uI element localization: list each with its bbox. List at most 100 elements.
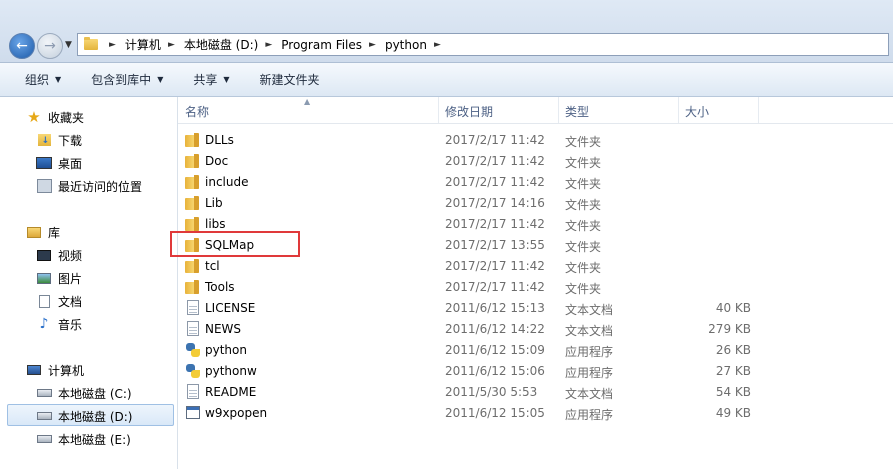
column-divider[interactable] [758,97,759,123]
drive-icon [36,431,52,447]
address-bar-area: ← → ▼ ► 计算机 ► 本地磁盘 (D:) ► Program Files ► p… [0,0,893,63]
breadcrumb-computer[interactable]: 计算机 ► [125,36,184,53]
file-name: README [205,385,257,399]
document-icon [36,293,52,309]
file-name: Doc [205,154,229,168]
column-divider[interactable] [438,97,439,123]
nav-music[interactable]: ♪ 音乐 [36,313,82,335]
file-name: Lib [205,196,223,210]
column-header-size[interactable]: 大小 [685,103,709,120]
file-row[interactable]: README 2011/5/30 5:53 文本文档 54 KB [178,382,893,403]
file-name: w9xpopen [205,406,268,420]
chevron-down-icon: ▼ [55,75,62,84]
file-type: 应用程序 [565,366,614,380]
file-size: 27 KB [715,364,751,378]
breadcrumb-arrow-icon[interactable]: ► [265,40,272,50]
file-type: 文本文档 [565,324,614,338]
address-box[interactable]: ► 计算机 ► 本地磁盘 (D:) ► Program Files ► python ► [77,33,889,56]
nav-libraries[interactable]: 库 [26,221,60,243]
desktop-icon [36,155,52,171]
nav-documents[interactable]: 文档 [36,290,82,312]
forward-button[interactable]: → [37,33,63,59]
nav-videos[interactable]: 视频 [36,244,82,266]
folder-icon [185,280,199,294]
file-type: 应用程序 [565,345,614,359]
file-type: 文件夹 [565,198,602,212]
file-type: 文件夹 [565,156,602,170]
breadcrumb-arrow-icon[interactable]: ► [369,40,376,50]
python-icon [186,343,200,357]
computer-icon [26,362,42,378]
include-in-library-button[interactable]: 包含到库中 ▼ [91,71,163,88]
sort-ascending-icon: ▲ [304,97,311,106]
file-name: tcl [205,259,220,273]
command-bar: 组织 ▼ 包含到库中 ▼ 共享 ▼ 新建文件夹 [0,63,893,97]
nav-desktop[interactable]: 桌面 [36,152,82,174]
column-divider[interactable] [678,97,679,123]
music-note-icon: ♪ [39,316,49,332]
file-date: 2011/5/30 5:53 [445,385,538,399]
recent-pages-dropdown[interactable]: ▼ [65,40,72,50]
file-date: 2017/2/17 11:42 [445,175,545,189]
file-row[interactable]: w9xpopen 2011/6/12 15:05 应用程序 49 KB [178,403,893,424]
column-header-row: ▲ 名称 修改日期 类型 大小 [178,97,893,124]
file-type: 文件夹 [565,219,602,233]
video-icon [36,247,52,263]
file-type: 文件夹 [565,135,602,149]
file-type: 文本文档 [565,387,614,401]
folder-icon [185,175,199,189]
new-folder-button[interactable]: 新建文件夹 [260,71,320,88]
column-header-type[interactable]: 类型 [565,103,589,120]
nav-drive-c[interactable]: 本地磁盘 (C:) [36,382,132,404]
file-type: 文件夹 [565,177,602,191]
nav-pictures[interactable]: 图片 [36,267,82,289]
nav-recent-places[interactable]: 最近访问的位置 [36,175,142,197]
library-icon [26,224,42,240]
file-type: 应用程序 [565,408,614,422]
breadcrumb-drive-d[interactable]: 本地磁盘 (D:) ► [184,36,281,53]
file-row[interactable]: Tools 2017/2/17 11:42 文件夹 [178,277,893,298]
breadcrumb-program-files[interactable]: Program Files ► [281,38,385,52]
folder-icon [185,196,199,210]
file-row[interactable]: python 2011/6/12 15:09 应用程序 26 KB [178,340,893,361]
file-date: 2017/2/17 11:42 [445,154,545,168]
file-row[interactable]: include 2017/2/17 11:42 文件夹 [178,172,893,193]
nav-downloads[interactable]: ↓ 下载 [36,129,82,151]
file-name: libs [205,217,226,231]
file-date: 2017/2/17 11:42 [445,133,545,147]
nav-drive-d[interactable]: 本地磁盘 (D:) [36,405,132,427]
column-header-name[interactable]: 名称 [185,103,209,120]
text-file-icon [187,384,199,399]
file-row[interactable]: pythonw 2011/6/12 15:06 应用程序 27 KB [178,361,893,382]
breadcrumb-arrow-icon[interactable]: ► [168,40,175,50]
arrow-left-icon: ← [16,38,28,54]
nav-drive-e[interactable]: 本地磁盘 (E:) [36,428,131,450]
text-file-icon [187,300,199,315]
nav-favorites[interactable]: ★ 收藏夹 [26,106,84,128]
folder-icon [185,217,199,231]
file-row[interactable]: Doc 2017/2/17 11:42 文件夹 [178,151,893,172]
organize-button[interactable]: 组织 ▼ [25,71,61,88]
file-row[interactable]: DLLs 2017/2/17 11:42 文件夹 [178,130,893,151]
file-row[interactable]: LICENSE 2011/6/12 15:13 文本文档 40 KB [178,298,893,319]
file-size: 49 KB [715,406,751,420]
column-divider[interactable] [558,97,559,123]
file-type: 文件夹 [565,261,602,275]
breadcrumb-python[interactable]: python ► [385,38,450,52]
back-button[interactable]: ← [9,33,35,59]
column-header-date[interactable]: 修改日期 [445,103,493,120]
file-date: 2017/2/17 11:42 [445,280,545,294]
breadcrumb-arrow-icon[interactable]: ► [434,40,441,50]
nav-computer[interactable]: 计算机 [26,359,84,381]
file-row[interactable]: tcl 2017/2/17 11:42 文件夹 [178,256,893,277]
python-icon [186,364,200,378]
file-date: 2011/6/12 14:22 [445,322,545,336]
file-name: NEWS [205,322,242,336]
file-date: 2011/6/12 15:05 [445,406,545,420]
breadcrumb-arrow-icon[interactable]: ► [109,40,116,50]
file-row[interactable]: NEWS 2011/6/12 14:22 文本文档 279 KB [178,319,893,340]
file-list: ▲ 名称 修改日期 类型 大小 DLLs 2017/2/17 11:42 文件夹 Do… [178,97,893,469]
chevron-down-icon: ▼ [223,75,230,84]
share-button[interactable]: 共享 ▼ [193,71,229,88]
file-row[interactable]: Lib 2017/2/17 14:16 文件夹 [178,193,893,214]
